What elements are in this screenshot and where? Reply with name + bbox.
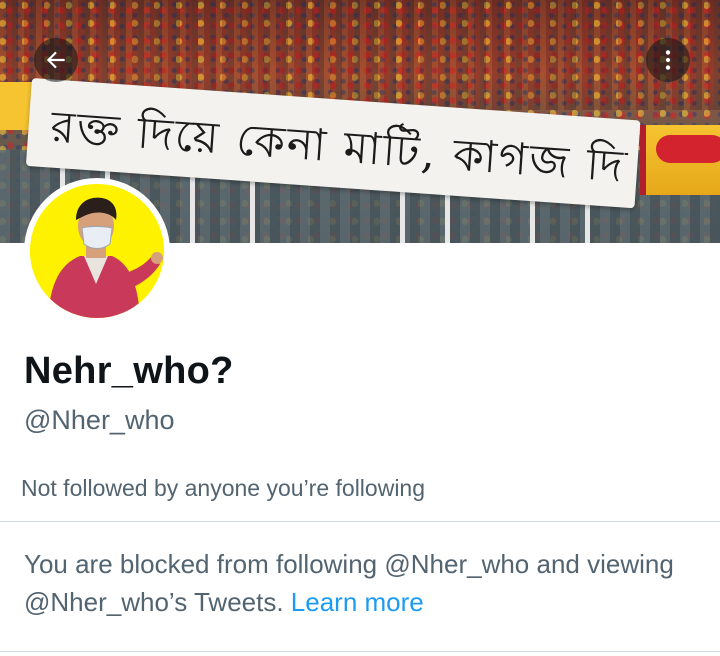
profile-display-name: Nehr_who? [24,350,234,392]
divider [0,521,720,522]
banner-ad-board [640,125,720,195]
divider [0,651,720,652]
more-vertical-icon [665,50,671,70]
avatar-image [30,184,164,318]
arrow-left-icon [46,51,65,69]
banner-ad-board-left [0,82,32,130]
person-illustration [30,184,164,318]
learn-more-link[interactable]: Learn more [291,587,424,617]
profile-handle: @Nher_who [24,405,175,435]
blocked-notice: You are blocked from following @Nher_who… [24,545,704,621]
followers-you-know-note: Not followed by anyone you’re following [21,475,426,501]
back-button[interactable] [34,38,78,82]
more-options-button[interactable] [646,38,690,82]
avatar[interactable] [24,178,170,324]
